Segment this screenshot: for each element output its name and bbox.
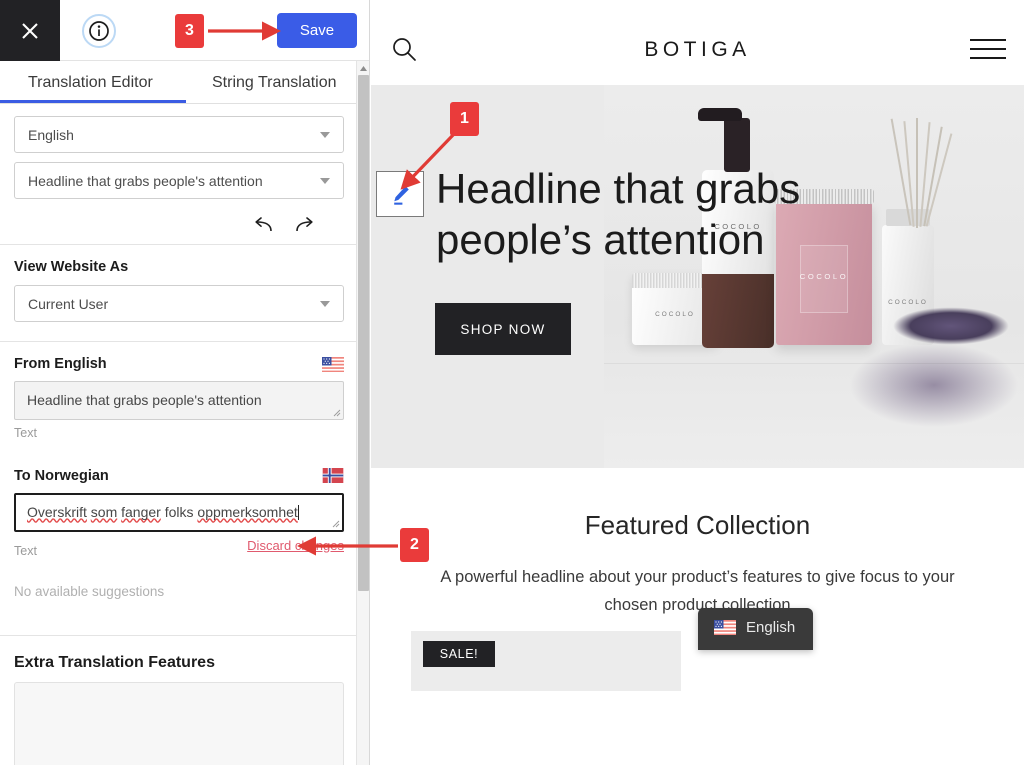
language-switcher[interactable]: English (698, 608, 814, 650)
extra-features-section: Extra Translation Features (0, 636, 357, 765)
annotation-badge-1: 1 (450, 102, 479, 136)
sale-badge: SALE! (423, 641, 495, 667)
to-language-title: To Norwegian (14, 467, 109, 484)
site-header: BOTIGA (371, 0, 1024, 85)
view-website-as-section: View Website As Current User (0, 245, 357, 341)
string-select-value: Headline that grabs people's attention (28, 172, 263, 189)
sidebar-tabs: Translation Editor String Translation (0, 61, 357, 104)
resize-grip-icon (332, 520, 340, 527)
shop-now-button[interactable]: SHOP NOW (435, 303, 571, 355)
chevron-down-icon (320, 131, 330, 138)
to-language-value-text: Overskrift som fanger folks oppmerksomhe… (27, 503, 298, 520)
to-language-header: To Norwegian (14, 468, 344, 484)
from-language-header: From English (14, 356, 344, 372)
annotation-badge-2: 2 (400, 528, 429, 562)
to-language-section: To Norwegian Overskrift som fanger folks… (0, 450, 357, 609)
annotation-arrow-1 (400, 132, 456, 190)
sidebar-scroll-pane: English Headline that grabs people's att… (0, 104, 357, 765)
tab-translation-editor[interactable]: Translation Editor (28, 61, 153, 104)
hero-product-photo: COCOLO COCOLO COCOLO CO (604, 85, 1024, 468)
featured-title: Featured Collection (584, 510, 811, 540)
app-root: Save Translation Editor String Translati… (0, 0, 1024, 765)
scrollbar-thumb[interactable] (358, 75, 369, 591)
featured-collection-section: Featured Collection A powerful headline … (371, 468, 1024, 691)
string-select[interactable]: Headline that grabs people's attention (14, 162, 344, 199)
language-switcher-label: English (746, 619, 796, 636)
hero-headline: Headline that grabs people’s attention (436, 165, 801, 264)
lavender-sprigs (876, 293, 1024, 353)
language-select[interactable]: English (14, 116, 344, 153)
flag-usa-icon (714, 620, 736, 635)
language-select-value: English (28, 126, 74, 143)
undo-arrow-icon[interactable] (252, 217, 274, 235)
norwegian-translation-input[interactable]: Overskrift som fanger folks oppmerksomhe… (14, 492, 344, 532)
to-language-hint: Text (14, 543, 37, 558)
no-suggestions-text: No available suggestions (14, 583, 165, 599)
from-language-title: From English (14, 356, 107, 372)
view-website-as-value: Current User (28, 295, 109, 312)
chevron-down-icon (320, 300, 330, 307)
flag-norway-icon (322, 468, 344, 484)
from-language-value: Headline that grabs people's attention (27, 392, 262, 408)
from-language-section: From English Headline that grabs people'… (0, 342, 357, 450)
history-controls (0, 208, 344, 244)
annotation-arrow-3 (208, 21, 282, 41)
selectors-block: English Headline that grabs people's att… (0, 104, 357, 199)
view-website-as-select[interactable]: Current User (14, 285, 344, 322)
annotation-badge-3: 3 (175, 14, 204, 48)
scroll-up-arrow-icon[interactable] (357, 61, 369, 75)
hamburger-menu-icon[interactable] (970, 39, 1006, 61)
chevron-down-icon (320, 177, 330, 184)
resize-grip-icon (333, 409, 341, 417)
product-card[interactable]: SALE! (411, 631, 681, 691)
site-brand: BOTIGA (644, 38, 751, 61)
tab-string-translation[interactable]: String Translation (212, 61, 337, 104)
annotation-arrow-2 (296, 536, 398, 556)
redo-arrow-icon[interactable] (294, 217, 316, 235)
active-tab-indicator (0, 100, 186, 103)
hero-section: COCOLO COCOLO COCOLO CO (371, 85, 1024, 468)
text-caret (297, 504, 299, 520)
from-language-hint: Text (14, 425, 37, 440)
from-language-textarea[interactable]: Headline that grabs people's attention (14, 381, 344, 420)
view-website-as-title: View Website As (14, 259, 129, 275)
sidebar-scrollbar[interactable] (356, 61, 369, 765)
flag-usa-icon (322, 356, 344, 372)
extra-features-box[interactable] (14, 681, 344, 765)
info-icon[interactable] (82, 14, 116, 48)
save-button[interactable]: Save (277, 13, 357, 48)
close-icon[interactable] (0, 0, 60, 61)
translation-editor-sidebar: Save Translation Editor String Translati… (0, 0, 370, 765)
extra-features-title: Extra Translation Features (14, 653, 215, 671)
